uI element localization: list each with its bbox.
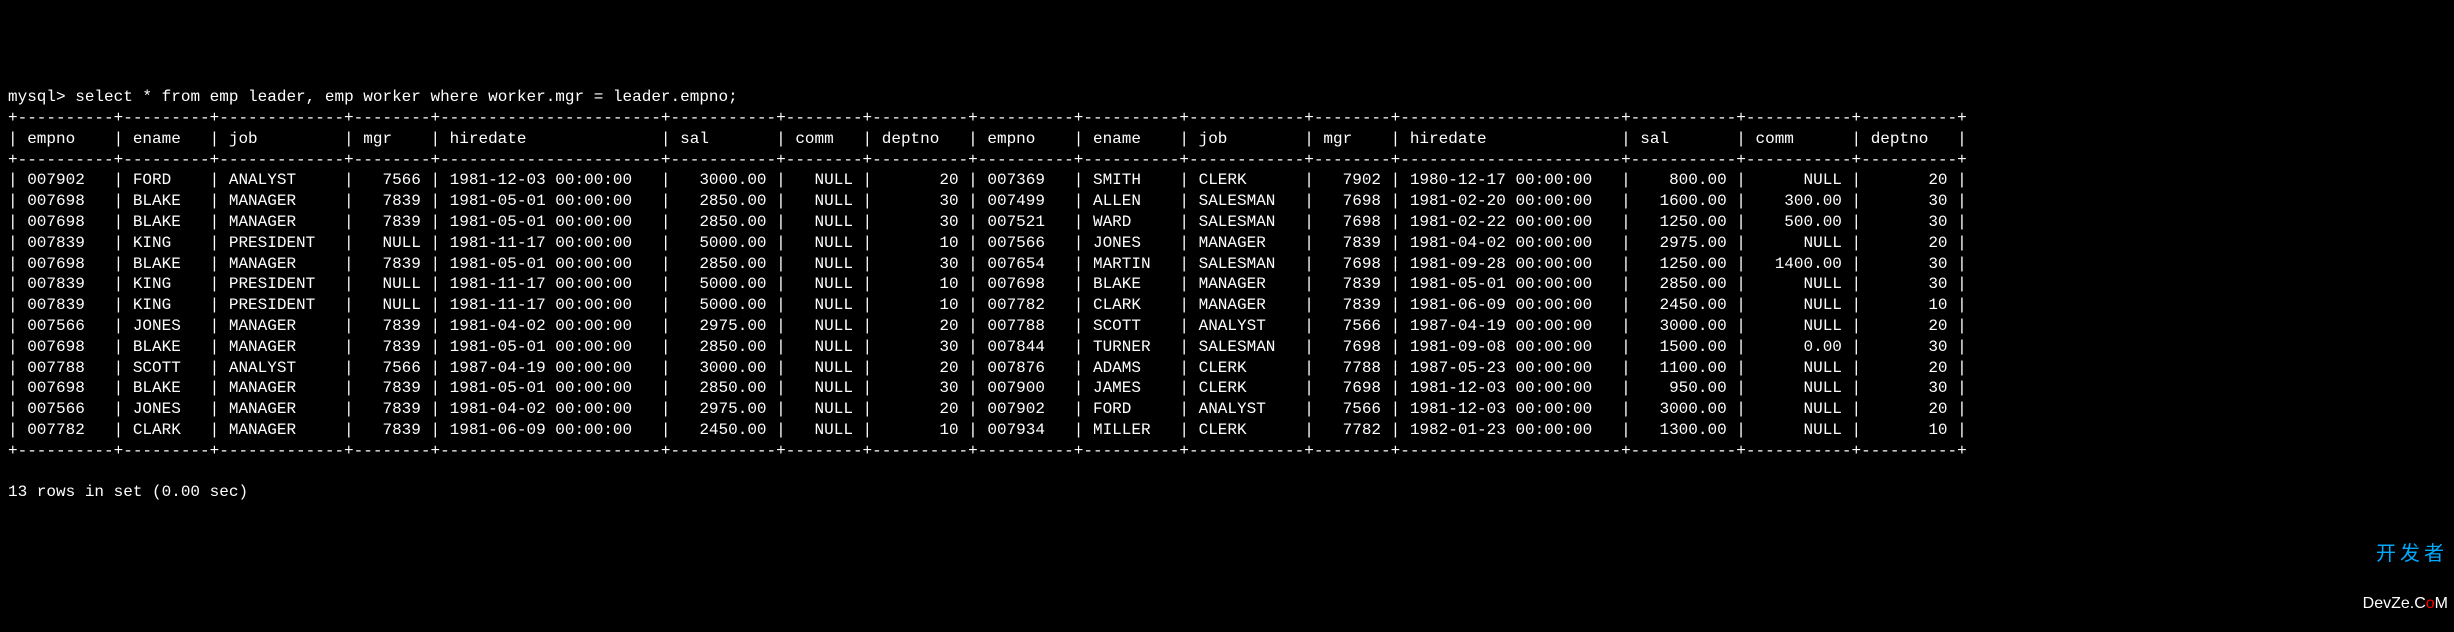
watermark: 开发者 DevZe.CoM bbox=[2363, 512, 2448, 628]
sql-query: select * from emp leader, emp worker whe… bbox=[75, 88, 738, 106]
result-table: +----------+---------+-------------+----… bbox=[8, 108, 2446, 462]
watermark-line1: 开发者 bbox=[2363, 544, 2448, 564]
watermark-line2: DevZe.CoM bbox=[2363, 596, 2448, 612]
mysql-prompt: mysql> bbox=[8, 88, 75, 106]
result-footer: 13 rows in set (0.00 sec) bbox=[8, 483, 248, 501]
